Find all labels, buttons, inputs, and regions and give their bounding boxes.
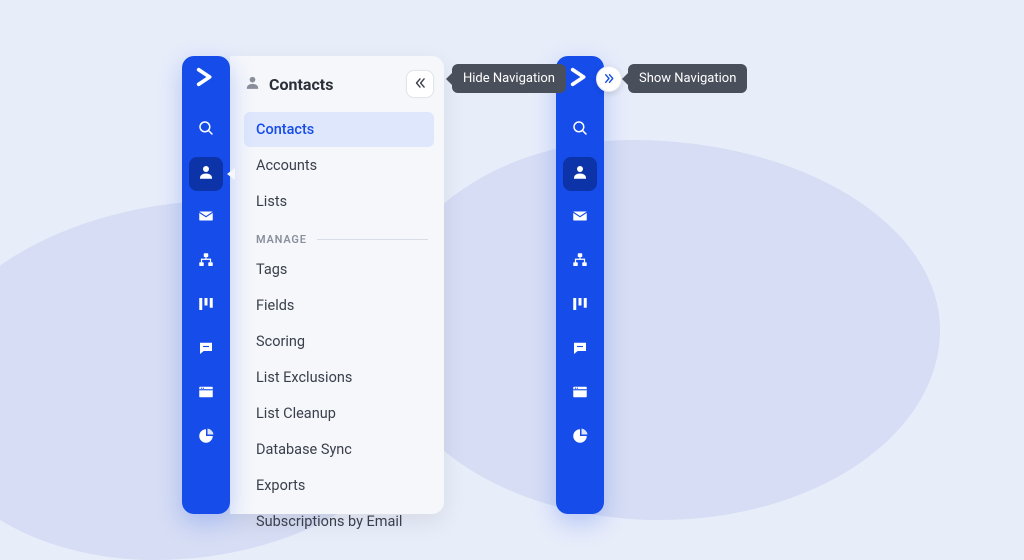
secondary-nav-panel: Contacts Contacts Accounts Lists MANAGE … [230,56,444,514]
nav-automations[interactable] [189,245,223,279]
pie-chart-icon [571,427,589,449]
primary-nav-rail [556,56,604,514]
brand-logo-icon [569,66,591,88]
nav-expanded-example: Contacts Contacts Accounts Lists MANAGE … [182,56,230,514]
browser-icon [197,383,215,405]
subnav-item-fields[interactable]: Fields [244,288,434,323]
mail-icon [197,207,215,229]
nav-campaigns[interactable] [563,201,597,235]
primary-nav-rail [182,56,230,514]
nav-reports[interactable] [563,421,597,455]
person-icon [571,163,589,185]
flow-icon [571,251,589,273]
browser-icon [571,383,589,405]
tooltip-show-navigation: Show Navigation [628,64,747,93]
search-icon [197,119,215,141]
subnav-item-exports[interactable]: Exports [244,468,434,503]
subnav-section-label: MANAGE [256,233,307,246]
subnav-item-tags[interactable]: Tags [244,252,434,287]
subnav-item-subscriptions[interactable]: Subscriptions by Email [244,504,434,539]
nav-automations[interactable] [563,245,597,279]
chevron-double-left-icon [413,75,427,94]
brand-logo-icon [195,66,217,88]
pie-chart-icon [197,427,215,449]
nav-conversations[interactable] [189,333,223,367]
subnav-item-list-cleanup[interactable]: List Cleanup [244,396,434,431]
panel-title: Contacts [269,75,333,94]
tooltip-hide-navigation: Hide Navigation [452,64,566,93]
person-icon [244,74,261,95]
chevron-double-right-icon [603,70,616,89]
divider [317,239,428,240]
nav-site[interactable] [189,377,223,411]
subnav-item-scoring[interactable]: Scoring [244,324,434,359]
subnav-item-contacts[interactable]: Contacts [244,112,434,147]
subnav-item-list-exclusions[interactable]: List Exclusions [244,360,434,395]
nav-search[interactable] [189,113,223,147]
search-icon [571,119,589,141]
nav-contacts[interactable] [563,157,597,191]
kanban-icon [571,295,589,317]
mail-icon [571,207,589,229]
chat-icon [197,339,215,361]
nav-search[interactable] [563,113,597,147]
subnav-item-accounts[interactable]: Accounts [244,148,434,183]
nav-deals[interactable] [189,289,223,323]
nav-campaigns[interactable] [189,201,223,235]
nav-site[interactable] [563,377,597,411]
nav-contacts[interactable] [189,157,223,191]
show-navigation-button[interactable] [596,66,622,92]
nav-reports[interactable] [189,421,223,455]
subnav-item-database-sync[interactable]: Database Sync [244,432,434,467]
subnav-section-header: MANAGE [256,233,434,246]
flow-icon [197,251,215,273]
nav-deals[interactable] [563,289,597,323]
person-icon [197,163,215,185]
bg-blob [380,140,940,520]
kanban-icon [197,295,215,317]
subnav-item-lists[interactable]: Lists [244,184,434,219]
nav-collapsed-example: .scene-b .rail-item.active::after{displa… [556,56,604,514]
nav-conversations[interactable] [563,333,597,367]
chat-icon [571,339,589,361]
hide-navigation-button[interactable] [406,70,434,98]
